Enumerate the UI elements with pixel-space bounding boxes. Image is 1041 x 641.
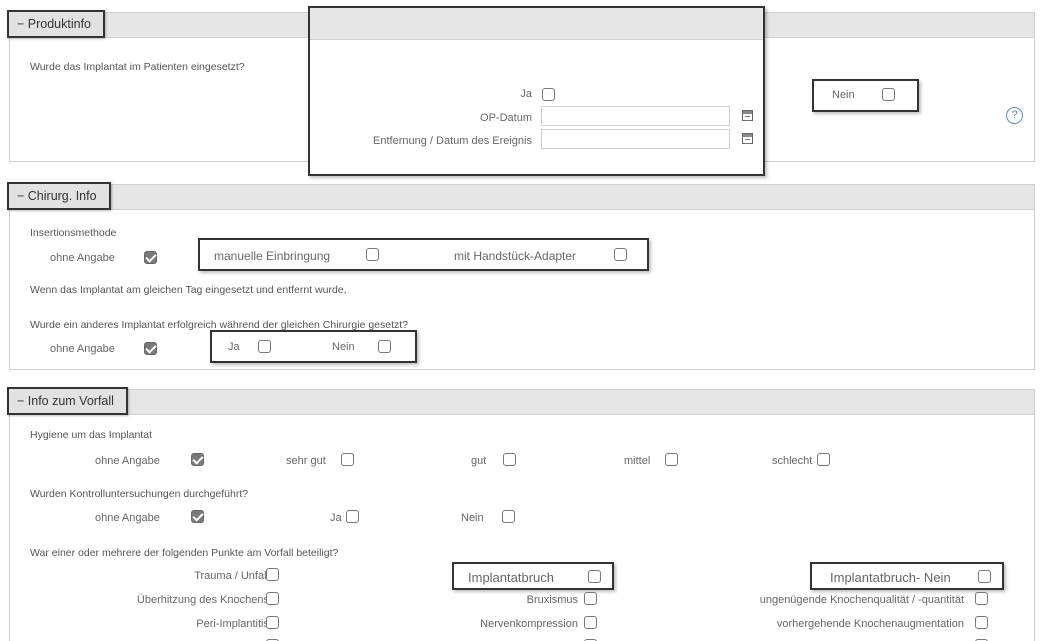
hygiene-option-label: sehr gut [286, 455, 326, 467]
hygiene-checkbox[interactable] [191, 453, 204, 466]
op-datum-input[interactable] [541, 106, 730, 126]
handstueck-checkbox[interactable] [614, 248, 627, 261]
help-icon[interactable]: ? [1006, 107, 1023, 124]
ohne-angabe-checkbox[interactable] [144, 251, 157, 264]
nein-label: Nein [332, 341, 355, 353]
implantatbruch-checkbox[interactable] [588, 570, 601, 583]
insertion-options-box: manuelle Einbringung mit Handstück-Adapt… [198, 238, 649, 271]
kontroll-label: Wurden Kontrolluntersuchungen durchgefüh… [30, 488, 249, 500]
periimplantitis-checkbox[interactable] [266, 616, 279, 629]
ja-label: Ja [520, 88, 532, 100]
nein-checkbox[interactable] [882, 88, 895, 101]
kontroll-option-label: ohne Angabe [95, 512, 160, 524]
hygiene-checkbox[interactable] [503, 453, 516, 466]
implant-details-box: Ja OP-Datum Entfernung / Datum des Ereig… [308, 6, 765, 176]
hygiene-option-label: gut [471, 455, 487, 467]
ohne-angabe-label: ohne Angabe [50, 343, 115, 355]
ja-label: Ja [228, 341, 240, 353]
kontroll-checkbox[interactable] [502, 510, 515, 523]
implantatbruch-nein-checkbox[interactable] [978, 570, 991, 583]
implant-inserted-question: Wurde das Implantat im Patienten eingese… [30, 61, 245, 73]
knochenaugmentation-label: vorhergehende Knochenaugmentation [776, 618, 964, 630]
nervenkompression-label: Nervenkompression [480, 618, 578, 630]
trauma-label: Trauma / Unfall [194, 570, 269, 582]
ueberhitzung-checkbox[interactable] [266, 592, 279, 605]
trauma-checkbox[interactable] [266, 568, 279, 581]
nervenkompression-checkbox[interactable] [584, 616, 597, 629]
op-datum-label: OP-Datum [480, 112, 532, 124]
produktinfo-panel: − Produktinfo Wurde das Implantat im Pat… [7, 6, 1035, 176]
ohne-angabe-checkbox[interactable] [144, 342, 157, 355]
panel-header [10, 185, 1034, 210]
hygiene-checkbox[interactable] [341, 453, 354, 466]
hygiene-option-label: mittel [624, 455, 651, 467]
bruxismus-label: Bruxismus [526, 594, 578, 606]
implantatbruch-nein-label: Implantatbruch- Nein [830, 570, 951, 585]
ohne-angabe-label: ohne Angabe [50, 252, 115, 264]
hygiene-option-label: schlecht [772, 455, 813, 467]
punkte-label: War einer oder mehrere der folgenden Pun… [30, 547, 339, 559]
ja-checkbox[interactable] [258, 340, 271, 353]
hygiene-label: Hygiene um das Implantat [30, 429, 152, 441]
kontroll-checkbox[interactable] [346, 510, 359, 523]
same-day-text: Wenn das Implantat am gleichen Tag einge… [30, 284, 347, 296]
kontroll-checkbox[interactable] [191, 510, 204, 523]
implantatbruch-label: Implantatbruch [468, 570, 554, 585]
knochenaugmentation-checkbox[interactable] [975, 616, 988, 629]
vorfall-panel: − Info zum Vorfall Hygiene um das Implan… [7, 387, 1035, 641]
ja-checkbox[interactable] [542, 88, 555, 101]
handstueck-label: mit Handstück-Adapter [454, 249, 577, 263]
calendar-icon[interactable] [742, 110, 753, 121]
entfernung-input[interactable] [541, 129, 730, 149]
knochenqualitaet-label: ungenügende Knochenqualität / -quantität [759, 594, 964, 606]
entfernung-label: Entfernung / Datum des Ereignis [373, 135, 532, 147]
calendar-icon[interactable] [742, 133, 753, 144]
ueberhitzung-label: Überhitzung des Knochens [136, 594, 269, 606]
manuelle-checkbox[interactable] [366, 248, 379, 261]
knochenqualitaet-checkbox[interactable] [975, 592, 988, 605]
implantatbruch-box: Implantatbruch [452, 562, 614, 590]
chirurg-title[interactable]: − Chirurg. Info [7, 182, 111, 210]
vorfall-title[interactable]: − Info zum Vorfall [7, 387, 128, 415]
ja-nein-box: Ja Nein [210, 330, 417, 363]
manuelle-label: manuelle Einbringung [214, 249, 331, 263]
hygiene-checkbox[interactable] [817, 453, 830, 466]
kontroll-option-label: Ja [330, 512, 342, 524]
chirurg-panel: − Chirurg. Info Insertionsmethode ohne A… [7, 182, 1035, 370]
box-header [310, 8, 763, 40]
nein-checkbox[interactable] [378, 340, 391, 353]
implantatbruch-nein-box: Implantatbruch- Nein [810, 562, 1004, 590]
nein-box: Nein [812, 79, 919, 112]
bruxismus-checkbox[interactable] [584, 592, 597, 605]
produktinfo-title[interactable]: − Produktinfo [7, 10, 106, 38]
kontroll-option-label: Nein [461, 512, 484, 524]
hygiene-checkbox[interactable] [665, 453, 678, 466]
panel-header [10, 390, 1034, 415]
nein-label: Nein [832, 89, 855, 101]
insertionsmethode-label: Insertionsmethode [30, 227, 117, 239]
hygiene-option-label: ohne Angabe [95, 455, 160, 467]
periimplantitis-label: Peri-Implantitis [196, 618, 269, 630]
